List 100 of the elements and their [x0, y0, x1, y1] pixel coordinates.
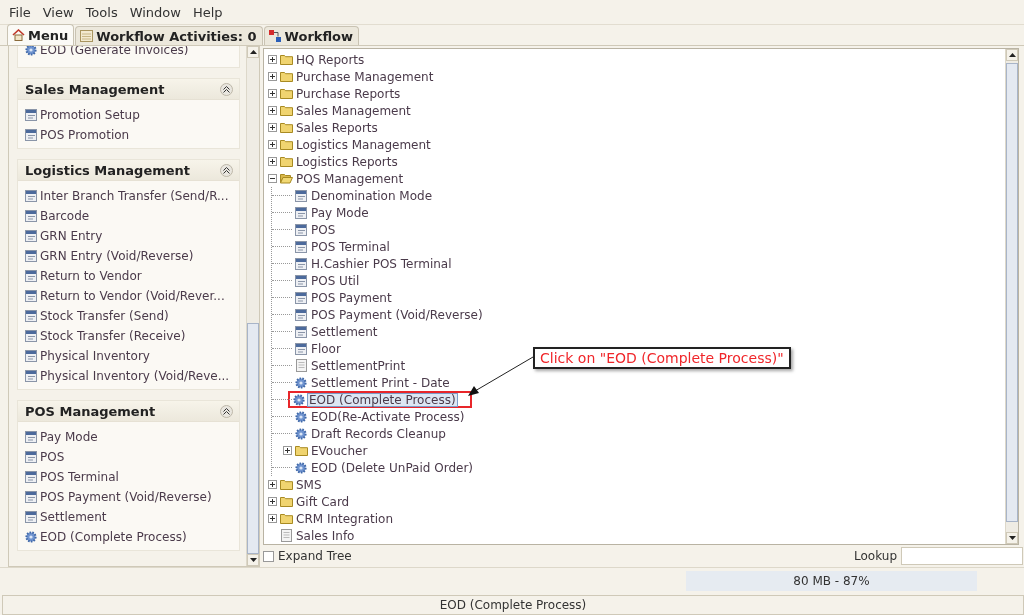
- tree-item[interactable]: Pay Mode: [309, 204, 371, 221]
- folder-icon: [279, 54, 293, 65]
- expand-toggle-icon[interactable]: [267, 480, 277, 489]
- expand-toggle-icon[interactable]: [267, 106, 277, 115]
- window-icon: [25, 270, 37, 282]
- tree-item[interactable]: POS Management: [294, 170, 406, 187]
- tree-item[interactable]: Purchase Reports: [294, 85, 403, 102]
- checkbox[interactable]: [263, 550, 274, 562]
- memory-bar: 80 MB - 87%: [686, 571, 977, 591]
- menu-item[interactable]: Inter Branch Transfer (Send/R...: [25, 186, 239, 206]
- folder-icon: [279, 496, 293, 507]
- section-title: Sales Management: [25, 81, 165, 97]
- scrollbar[interactable]: [246, 46, 259, 566]
- tree-item[interactable]: Sales Info: [294, 527, 357, 544]
- tree-item[interactable]: POS: [309, 221, 338, 238]
- lookup-field[interactable]: [901, 547, 1023, 565]
- menu-item[interactable]: Promotion Setup: [25, 105, 239, 125]
- window-icon: [295, 206, 307, 219]
- tree-item[interactable]: EOD (Complete Process): [307, 392, 458, 407]
- tree-item[interactable]: Sales Reports: [294, 119, 380, 136]
- down-arrow-icon[interactable]: [1008, 536, 1016, 540]
- expand-toggle-icon[interactable]: [267, 72, 277, 81]
- expand-toggle-icon[interactable]: [267, 157, 277, 166]
- up-arrow-icon[interactable]: [249, 50, 257, 54]
- menu-item[interactable]: Settlement: [25, 507, 239, 527]
- menu-item[interactable]: Help: [187, 2, 228, 22]
- window-icon: [25, 350, 37, 362]
- expand-toggle-icon[interactable]: [267, 497, 277, 506]
- collapse-icon[interactable]: [220, 82, 233, 96]
- menu-item[interactable]: Tools: [80, 2, 123, 22]
- menu-item[interactable]: GRN Entry: [25, 226, 239, 246]
- tree-item[interactable]: POS Terminal: [309, 238, 392, 255]
- menu-item[interactable]: POS Terminal: [25, 467, 239, 487]
- gear-icon: [295, 427, 307, 440]
- menu-item[interactable]: Return to Vendor (Void/Rever...: [25, 286, 239, 306]
- tree-item[interactable]: POS Payment: [309, 289, 394, 306]
- window-icon: [25, 290, 37, 302]
- menu-item[interactable]: POS Payment (Void/Reverse): [25, 487, 239, 507]
- menu-item[interactable]: POS: [25, 447, 239, 467]
- tree-item[interactable]: CRM Integration: [294, 510, 395, 527]
- menu-item[interactable]: Window: [124, 2, 186, 22]
- expand-toggle-icon[interactable]: [267, 140, 277, 149]
- collapse-icon[interactable]: [220, 163, 233, 177]
- expand-toggle-icon[interactable]: [267, 514, 277, 523]
- collapse-toggle-icon[interactable]: [267, 174, 277, 183]
- menu-item[interactable]: Return to Vendor: [25, 266, 239, 286]
- expand-toggle-icon[interactable]: [267, 55, 277, 64]
- status-bar: EOD (Complete Process): [2, 595, 1024, 615]
- callout-label: Click on "EOD (Complete Process)": [533, 347, 791, 369]
- tree-item[interactable]: POS Util: [309, 272, 362, 289]
- home-icon: [12, 29, 25, 41]
- section-title: POS Management: [25, 403, 156, 419]
- tree-item[interactable]: EOD (Delete UnPaid Order): [309, 459, 475, 476]
- window-icon: [25, 370, 37, 382]
- tree-item[interactable]: Settlement: [309, 323, 380, 340]
- tree-item[interactable]: Logistics Management: [294, 136, 433, 153]
- section-header[interactable]: Logistics Management: [18, 160, 239, 181]
- checkbox-label[interactable]: Expand Tree: [278, 549, 352, 563]
- scrollbar-thumb[interactable]: [247, 323, 259, 554]
- tree-item[interactable]: Logistics Reports: [294, 153, 400, 170]
- tab[interactable]: Workflow: [263, 26, 360, 45]
- menu-item[interactable]: EOD (Complete Process): [25, 527, 239, 547]
- tree-item[interactable]: SMS: [294, 476, 324, 493]
- expand-toggle-icon[interactable]: [282, 446, 292, 455]
- menu-item[interactable]: POS Promotion: [25, 125, 239, 145]
- window-icon: [25, 330, 37, 342]
- menu-item[interactable]: View: [37, 2, 79, 22]
- tree-item[interactable]: Denomination Mode: [309, 187, 435, 204]
- menu-item[interactable]: GRN Entry (Void/Reverse): [25, 246, 239, 266]
- menu-item[interactable]: File: [4, 2, 36, 22]
- tree-item[interactable]: Draft Records Cleanup: [309, 425, 448, 442]
- tree-item[interactable]: EOD(Re-Activate Process): [309, 408, 467, 425]
- tree-item[interactable]: EVoucher: [309, 442, 370, 459]
- tree-item[interactable]: H.Cashier POS Terminal: [309, 255, 454, 272]
- tree-item[interactable]: Gift Card: [294, 493, 352, 510]
- tree-item[interactable]: Purchase Management: [294, 68, 436, 85]
- expand-toggle-icon[interactable]: [267, 89, 277, 98]
- tree-item[interactable]: SettlementPrint: [309, 357, 408, 374]
- menu-item[interactable]: Physical Inventory: [25, 346, 239, 366]
- gear-icon: [25, 46, 37, 56]
- up-arrow-icon[interactable]: [1008, 53, 1016, 57]
- tab[interactable]: Menu: [7, 24, 75, 45]
- menu-item[interactable]: Pay Mode: [25, 427, 239, 447]
- gear-icon: [295, 461, 307, 474]
- collapse-icon[interactable]: [220, 404, 233, 418]
- menu-item[interactable]: Barcode: [25, 206, 239, 226]
- expand-toggle-icon[interactable]: [267, 123, 277, 132]
- section-header[interactable]: POS Management: [18, 401, 239, 422]
- menu-item[interactable]: Stock Transfer (Receive): [25, 326, 239, 346]
- menu-item[interactable]: Physical Inventory (Void/Reve...: [25, 366, 239, 386]
- down-arrow-icon[interactable]: [249, 558, 257, 562]
- folder-icon: [279, 139, 293, 150]
- tree-item[interactable]: Sales Management: [294, 102, 413, 119]
- tab[interactable]: Workflow Activities: 0: [75, 26, 263, 45]
- tree-item[interactable]: Floor: [309, 340, 343, 357]
- tree-item[interactable]: POS Payment (Void/Reverse): [309, 306, 485, 323]
- section-header[interactable]: Sales Management: [18, 79, 239, 100]
- tree-item[interactable]: HQ Reports: [294, 51, 367, 68]
- menu-item[interactable]: Stock Transfer (Send): [25, 306, 239, 326]
- tree-item[interactable]: Settlement Print - Date: [309, 374, 452, 391]
